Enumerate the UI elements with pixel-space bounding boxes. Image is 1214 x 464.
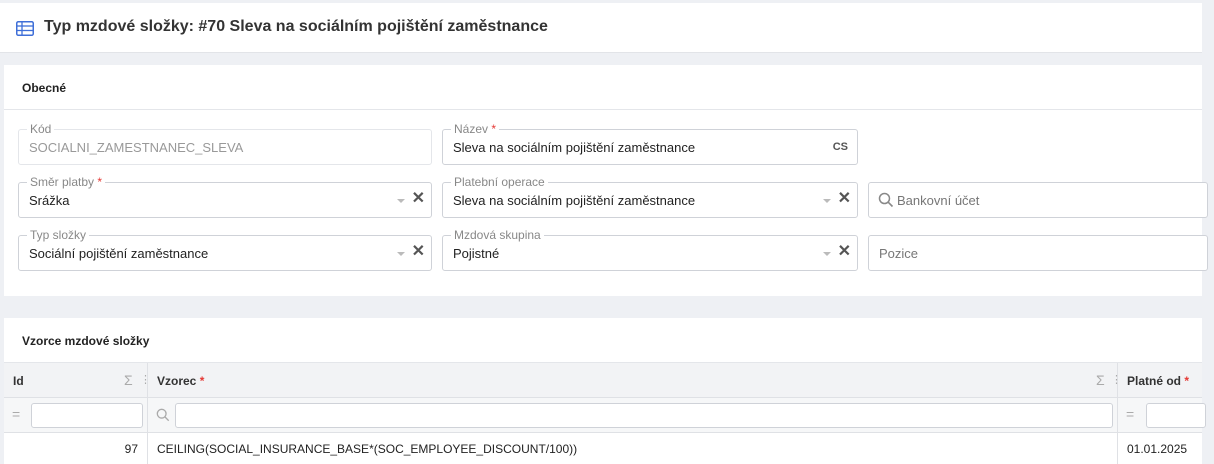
clear-icon[interactable]: ✕ (838, 243, 851, 261)
filter-cell-platne-od: = (1118, 398, 1206, 432)
general-section: Obecné Kód SOCIALNI_ZAMESTNANEC_SLEVA Ná… (4, 65, 1208, 296)
clear-icon[interactable]: ✕ (412, 243, 425, 261)
nazev-value[interactable]: Sleva na sociálním pojištění zaměstnance (453, 140, 695, 155)
smer-platby-select[interactable]: Směr platby * Srážka ✕ (18, 175, 432, 218)
filter-input-id[interactable] (31, 403, 143, 428)
column-label-id: Id (13, 374, 24, 388)
pozice-placeholder: Pozice (879, 246, 919, 261)
platebni-operace-label: Platební operace (451, 175, 548, 189)
smer-platby-label: Směr platby * (27, 175, 106, 189)
platebni-operace-select[interactable]: Platební operace Sleva na sociálním poji… (442, 175, 858, 218)
chevron-down-icon[interactable] (823, 252, 831, 256)
kod-field: Kód SOCIALNI_ZAMESTNANEC_SLEVA (18, 122, 432, 165)
page-title: Typ mzdové složky: #70 Sleva na sociální… (44, 18, 548, 35)
table-row[interactable]: 97 CEILING(SOCIAL_INSURANCE_BASE*(SOC_EM… (4, 433, 1202, 464)
filter-input-vzorec[interactable] (175, 403, 1113, 428)
kod-value: SOCIALNI_ZAMESTNANEC_SLEVA (29, 140, 244, 155)
mzdova-skupina-value: Pojistné (453, 246, 500, 261)
search-icon (878, 192, 894, 208)
cell-vzorec-value: CEILING(SOCIAL_INSURANCE_BASE*(SOC_EMPLO… (157, 442, 578, 456)
language-switch[interactable]: CS (833, 141, 848, 153)
kod-label: Kód (27, 122, 55, 136)
column-header-vzorec[interactable]: Vzorec * Σ ⋮ (148, 363, 1122, 397)
equals-icon[interactable]: = (1126, 406, 1134, 422)
pozice-input[interactable]: Pozice (868, 235, 1208, 271)
filter-input-platne-od[interactable] (1146, 403, 1206, 428)
mzdova-skupina-select[interactable]: Mzdová skupina Pojistné ✕ (442, 228, 858, 271)
grid-filter-row: = = (4, 398, 1206, 433)
cell-id: 97 (4, 433, 148, 464)
general-section-title: Obecné (4, 65, 1202, 110)
search-icon[interactable] (156, 408, 170, 422)
bankovni-ucet-placeholder: Bankovní účet (897, 193, 980, 208)
typ-slozky-label: Typ složky (27, 228, 90, 242)
sum-icon[interactable]: Σ (1096, 372, 1105, 388)
filter-cell-id: = (4, 398, 148, 432)
clear-icon[interactable]: ✕ (412, 190, 425, 208)
cell-id-value: 97 (124, 442, 138, 456)
chevron-down-icon[interactable] (397, 252, 405, 256)
cell-platne-od: 01.01.2025 (1118, 433, 1202, 464)
column-label-vzorec: Vzorec * (157, 374, 205, 388)
cell-vzorec: CEILING(SOCIAL_INSURANCE_BASE*(SOC_EMPLO… (148, 433, 1118, 464)
chevron-down-icon[interactable] (823, 199, 831, 203)
smer-platby-value: Srážka (29, 193, 70, 208)
clear-icon[interactable]: ✕ (838, 190, 851, 208)
bankovni-ucet-search[interactable]: Bankovní účet (868, 182, 1208, 218)
equals-icon[interactable]: = (12, 406, 20, 422)
sum-icon[interactable]: Σ (124, 372, 133, 388)
page-header: Typ mzdové složky: #70 Sleva na sociální… (0, 3, 1202, 53)
filter-cell-vzorec (148, 398, 1118, 432)
typ-slozky-select[interactable]: Typ složky Sociální pojištění zaměstnanc… (18, 228, 432, 271)
typ-slozky-value: Sociální pojištění zaměstnance (29, 246, 209, 261)
column-header-id[interactable]: Id Σ ⋮ (4, 363, 151, 397)
nazev-label: Název * (451, 122, 500, 136)
formulas-section-title: Vzorce mzdové složky (4, 318, 1202, 363)
formulas-section: Vzorce mzdové složky Id Σ ⋮ Vzorec * Σ ⋮… (4, 318, 1206, 464)
cell-platne-od-value: 01.01.2025 (1127, 442, 1188, 456)
platebni-operace-value: Sleva na sociálním pojištění zaměstnance (453, 193, 696, 208)
nazev-field[interactable]: Název * Sleva na sociálním pojištění zam… (442, 122, 858, 165)
table-icon (16, 21, 34, 36)
column-header-platne-od[interactable]: Platné od * (1118, 363, 1202, 397)
column-label-platne-od: Platné od * (1127, 374, 1190, 388)
chevron-down-icon[interactable] (397, 199, 405, 203)
mzdova-skupina-label: Mzdová skupina (451, 228, 544, 242)
grid-header: Id Σ ⋮ Vzorec * Σ ⋮ Platné od * (4, 363, 1202, 398)
